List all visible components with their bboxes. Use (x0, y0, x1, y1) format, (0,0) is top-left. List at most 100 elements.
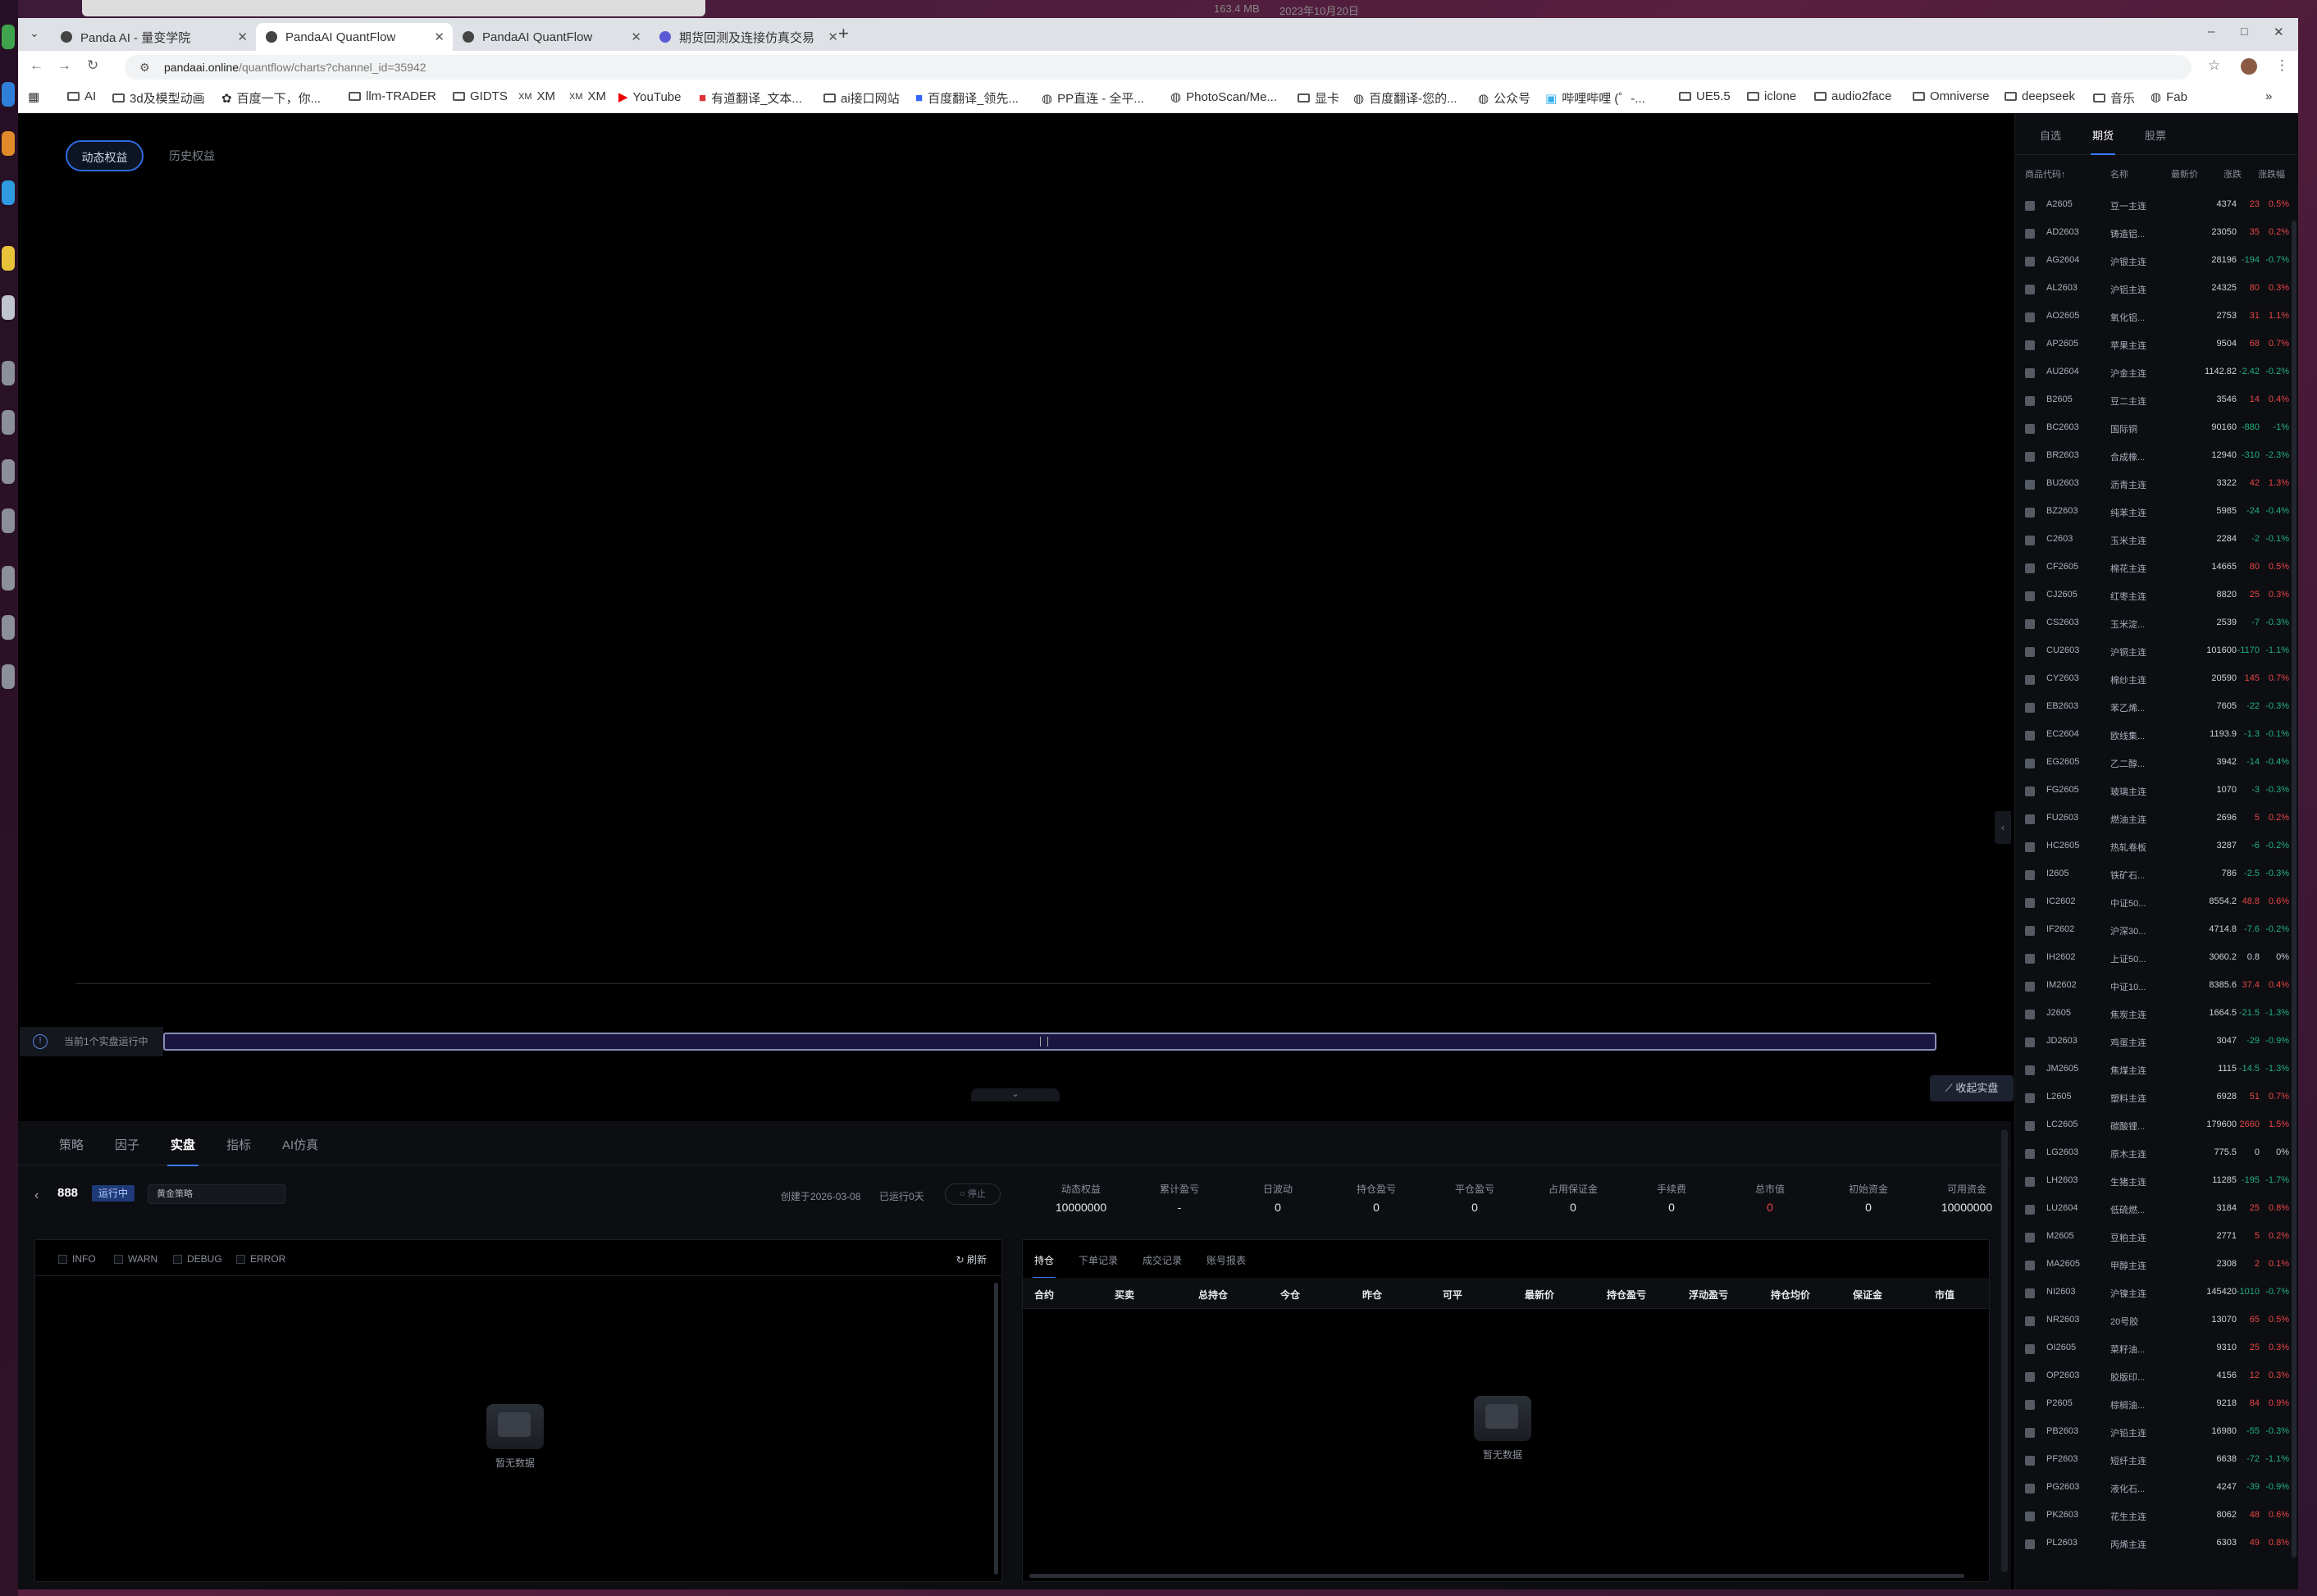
watchlist-add-icon[interactable] (2025, 1065, 2035, 1075)
watchlist-add-icon[interactable] (2025, 1344, 2035, 1354)
market-row[interactable]: PF2603 短纤主连 6638 -72 -1.1% (2015, 1448, 2294, 1475)
watchlist-add-icon[interactable] (2025, 1484, 2035, 1493)
watchlist-add-icon[interactable] (2025, 312, 2035, 322)
maximize-icon[interactable]: □ (2241, 25, 2247, 38)
watchlist-add-icon[interactable] (2025, 452, 2035, 462)
tab-strategy[interactable]: 策略 (59, 1136, 84, 1153)
watchlist-add-icon[interactable] (2025, 1261, 2035, 1270)
watchlist-add-icon[interactable] (2025, 368, 2035, 378)
tab-account-report[interactable]: 账号报表 (1206, 1253, 1246, 1267)
market-row[interactable]: LH2603 生猪主连 11285 -195 -1.7% (2015, 1169, 2294, 1197)
watchlist-add-icon[interactable] (2025, 1428, 2035, 1438)
watchlist-add-icon[interactable] (2025, 1316, 2035, 1326)
market-row[interactable]: PG2603 液化石... 4247 -39 -0.9% (2015, 1475, 2294, 1503)
more-bookmarks-icon[interactable]: » (2265, 89, 2272, 103)
market-row[interactable]: JD2603 鸡蛋主连 3047 -29 -0.9% (2015, 1029, 2294, 1057)
dock-app-icon[interactable] (2, 508, 15, 533)
watchlist-add-icon[interactable] (2025, 926, 2035, 936)
tab-futures[interactable]: 期货 (2090, 127, 2116, 155)
dock-app-icon[interactable] (2, 566, 15, 591)
market-row[interactable]: AP2605 苹果主连 9504 68 0.7% (2015, 332, 2294, 360)
market-row[interactable]: LG2603 原木主连 775.5 0 0% (2015, 1141, 2294, 1169)
bookmark-item[interactable]: ◍ 百度翻译-您的... (1353, 89, 1457, 107)
side-panel-toggle-icon[interactable]: ‹ (1995, 811, 2011, 844)
bookmark-star-icon[interactable]: ☆ (2208, 57, 2220, 74)
market-row[interactable]: M2605 豆粕主连 2771 5 0.2% (2015, 1224, 2294, 1252)
market-row[interactable]: EG2605 乙二醇... 3942 -14 -0.4% (2015, 750, 2294, 778)
close-tab-icon[interactable]: ✕ (434, 30, 445, 44)
market-row[interactable]: IC2602 中证50... 8554.2 48.8 0.6% (2015, 890, 2294, 918)
strategy-type-select[interactable]: 黄金策略 (148, 1184, 285, 1204)
dynamic-equity-tab[interactable]: 动态权益 (66, 140, 144, 171)
bookmark-item[interactable]: Omniverse (1913, 89, 1990, 103)
filter-info-checkbox[interactable]: INFO (58, 1253, 96, 1265)
market-row[interactable]: L2605 塑料主连 6928 51 0.7% (2015, 1085, 2294, 1113)
tab-live[interactable]: 实盘 (166, 1136, 199, 1166)
market-row[interactable]: BZ2603 纯苯主连 5985 -24 -0.4% (2015, 499, 2294, 527)
watchlist-add-icon[interactable] (2025, 703, 2035, 713)
market-row[interactable]: AO2605 氧化铝... 2753 31 1.1% (2015, 304, 2294, 332)
bookmark-item[interactable]: llm-TRADER (349, 89, 436, 103)
dock-app-icon[interactable] (2, 246, 15, 271)
watchlist-add-icon[interactable] (2025, 563, 2035, 573)
watchlist-add-icon[interactable] (2025, 508, 2035, 518)
market-row[interactable]: BU2603 沥青主连 3322 42 1.3% (2015, 472, 2294, 499)
stop-button[interactable]: ○ 停止 (945, 1183, 1001, 1205)
market-row[interactable]: PK2603 花生主连 8062 48 0.6% (2015, 1503, 2294, 1531)
tab-factor[interactable]: 因子 (115, 1136, 139, 1153)
bookmark-item[interactable]: ◍ PhotoScan/Me... (1170, 89, 1277, 105)
tab-quantflow-active[interactable]: PandaAI QuantFlow ✕ (256, 23, 453, 51)
bookmark-item[interactable]: GIDTS (453, 89, 508, 103)
historical-equity-tab[interactable]: 历史权益 (159, 140, 225, 171)
market-row[interactable]: J2605 焦炭主连 1664.5 -21.5 -1.3% (2015, 1001, 2294, 1029)
tab-futures-backtest[interactable]: 期货回测及连接仿真交易 ✕ (650, 23, 846, 51)
tab-trade-records[interactable]: 成交记录 (1143, 1253, 1182, 1267)
watchlist-add-icon[interactable] (2025, 842, 2035, 852)
watchlist-add-icon[interactable] (2025, 536, 2035, 545)
market-row[interactable]: BC2603 国际铜 90160 -880 -1% (2015, 416, 2294, 444)
market-scrollbar[interactable] (2292, 221, 2296, 1557)
watchlist-add-icon[interactable] (2025, 1400, 2035, 1410)
watchlist-add-icon[interactable] (2025, 1205, 2035, 1215)
tab-search-icon[interactable]: ⌄ (30, 26, 39, 40)
market-row[interactable]: AU2604 沪金主连 1142.82 -2.42 -0.2% (2015, 360, 2294, 388)
watchlist-add-icon[interactable] (2025, 1456, 2035, 1466)
market-row[interactable]: AG2604 沪银主连 28196 -194 -0.7% (2015, 249, 2294, 276)
slider-handle[interactable] (1040, 1037, 1048, 1047)
bookmark-item[interactable]: ◍ Fab (2151, 89, 2187, 105)
market-row[interactable]: PL2603 丙烯主连 6303 49 0.8% (2015, 1531, 2294, 1559)
bookmark-item[interactable]: ai接口网站 (823, 89, 900, 107)
bookmark-item[interactable]: 3d及模型动画 (112, 89, 205, 107)
tab-order-records[interactable]: 下单记录 (1079, 1253, 1118, 1267)
filter-debug-checkbox[interactable]: DEBUG (173, 1253, 222, 1265)
collapse-panel-icon[interactable]: ⌄ (971, 1088, 1060, 1101)
col-code[interactable]: 商品代码↑ (2025, 167, 2066, 180)
dock-app-icon[interactable] (2, 361, 15, 385)
dock-app-icon[interactable] (2, 25, 15, 49)
watchlist-add-icon[interactable] (2025, 340, 2035, 350)
apps-grid-icon[interactable]: ▦ (28, 89, 39, 104)
watchlist-add-icon[interactable] (2025, 480, 2035, 490)
col-change-pct[interactable]: 涨跌幅 (2258, 167, 2285, 180)
market-row[interactable]: I2605 铁矿石... 786 -2.5 -0.3% (2015, 862, 2294, 890)
dock-app-icon[interactable] (2, 295, 15, 320)
col-price[interactable]: 最新价 (2171, 167, 2198, 180)
watchlist-add-icon[interactable] (2025, 619, 2035, 629)
bookmark-item[interactable]: deepseek (2005, 89, 2075, 103)
profile-avatar[interactable] (2241, 58, 2257, 75)
new-tab-icon[interactable]: + (838, 23, 849, 44)
market-row[interactable]: HC2605 热轧卷板 3287 -6 -0.2% (2015, 834, 2294, 862)
watchlist-add-icon[interactable] (2025, 424, 2035, 434)
watchlist-add-icon[interactable] (2025, 1149, 2035, 1159)
bookmark-item[interactable]: 音乐 (2093, 89, 2135, 107)
market-row[interactable]: OI2605 菜籽油... 9310 25 0.3% (2015, 1336, 2294, 1364)
bookmark-item[interactable]: XM XM (569, 89, 606, 103)
watchlist-add-icon[interactable] (2025, 229, 2035, 239)
watchlist-add-icon[interactable] (2025, 1177, 2035, 1187)
dock-app-icon[interactable] (2, 615, 15, 640)
market-row[interactable]: EB2603 苯乙烯... 7605 -22 -0.3% (2015, 695, 2294, 723)
bookmark-item[interactable]: ■ 百度翻译_领先... (915, 89, 1019, 107)
market-row[interactable]: B2605 豆二主连 3546 14 0.4% (2015, 388, 2294, 416)
reload-icon[interactable]: ↻ (87, 57, 98, 74)
market-row[interactable]: CJ2605 红枣主连 8820 25 0.3% (2015, 583, 2294, 611)
